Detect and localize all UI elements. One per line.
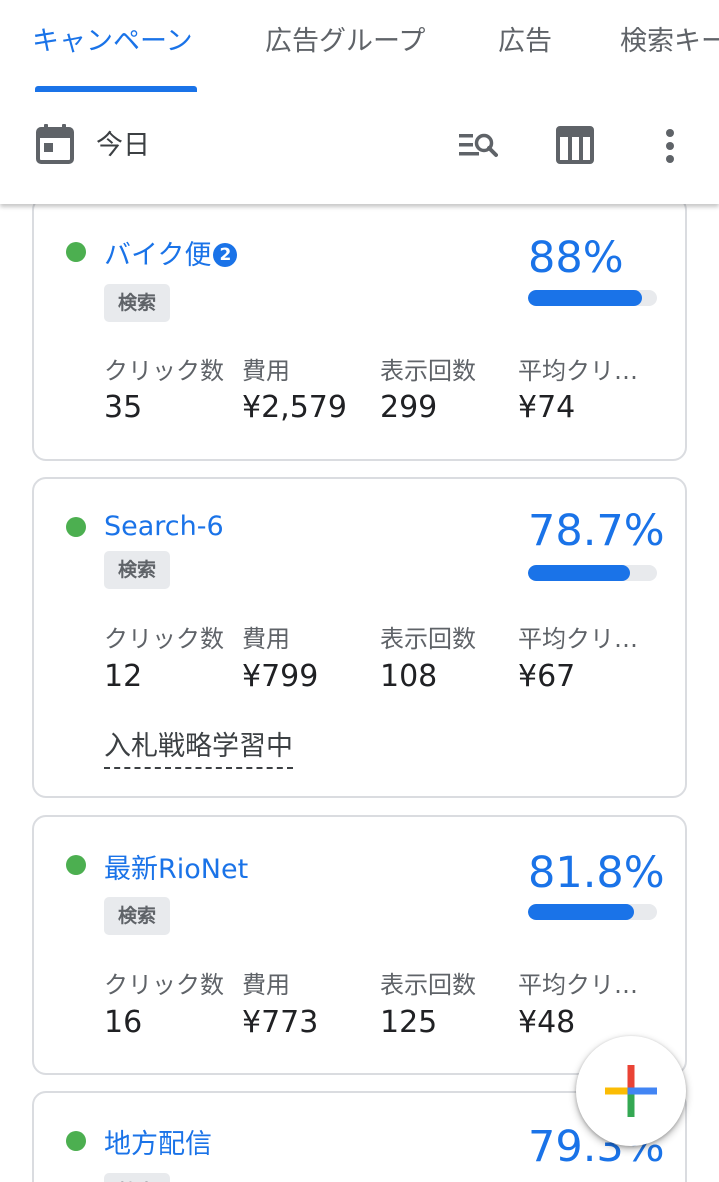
- impressions-label: 表示回数: [380, 625, 476, 653]
- clicks-value: 35: [104, 390, 143, 425]
- filter-search-icon[interactable]: [458, 126, 498, 166]
- impressions-value: 108: [380, 659, 438, 694]
- notification-count-badge: 2: [213, 243, 238, 267]
- campaign-type-chip: 検索: [104, 1173, 170, 1182]
- optimization-score[interactable]: 81.8%: [528, 849, 665, 897]
- toolbar: 今日: [0, 92, 719, 204]
- campaign-name[interactable]: 地方配信: [104, 1127, 212, 1163]
- cost-label: 費用: [242, 357, 290, 385]
- campaign-name[interactable]: Search-6: [104, 509, 224, 545]
- avg-cpc-value: ¥67: [518, 659, 576, 694]
- cost-value: ¥799: [242, 659, 319, 694]
- cost-label: 費用: [242, 971, 290, 999]
- calendar-icon[interactable]: [36, 124, 74, 164]
- campaign-type-chip: 検索: [104, 551, 170, 589]
- optimization-score-bar: [528, 565, 657, 581]
- top-header: キャンペーン 広告グループ 広告 検索キーワード 今日: [0, 0, 719, 204]
- tab-ad-groups[interactable]: 広告グループ: [265, 22, 425, 62]
- cost-value: ¥2,579: [242, 390, 347, 425]
- table-columns-icon[interactable]: [556, 126, 596, 166]
- avg-cpc-label: 平均クリ…: [518, 625, 638, 653]
- tab-ads[interactable]: 広告: [498, 22, 552, 62]
- app-root: キャンペーン 広告グループ 広告 検索キーワード 今日: [0, 0, 719, 1182]
- optimization-score[interactable]: 78.7%: [528, 507, 665, 555]
- cost-value: ¥773: [242, 1005, 319, 1040]
- campaign-name[interactable]: バイク便 2: [104, 238, 238, 274]
- clicks-value: 12: [104, 659, 143, 694]
- avg-cpc-value: ¥48: [518, 1005, 576, 1040]
- status-enabled-icon: [66, 855, 86, 875]
- status-enabled-icon: [66, 1131, 86, 1151]
- add-icon: [605, 1065, 657, 1117]
- impressions-label: 表示回数: [380, 357, 476, 385]
- cost-label: 費用: [242, 625, 290, 653]
- campaign-card[interactable]: バイク便 2 検索 88% クリック数 費用 表示回数 平均クリ… 35 ¥2,5…: [32, 196, 687, 461]
- optimization-score-bar-fill: [528, 290, 642, 306]
- campaign-type-chip: 検索: [104, 897, 170, 935]
- add-campaign-fab[interactable]: [576, 1036, 686, 1146]
- clicks-label: クリック数: [104, 971, 224, 999]
- avg-cpc-label: 平均クリ…: [518, 357, 638, 385]
- impressions-label: 表示回数: [380, 971, 476, 999]
- clicks-label: クリック数: [104, 625, 224, 653]
- status-enabled-icon: [66, 517, 86, 537]
- campaign-card[interactable]: Search-6 検索 78.7% クリック数 費用 表示回数 平均クリ… 12…: [32, 477, 687, 798]
- avg-cpc-label: 平均クリ…: [518, 971, 638, 999]
- clicks-value: 16: [104, 1005, 143, 1040]
- optimization-score-bar-fill: [528, 565, 630, 581]
- campaign-type-chip: 検索: [104, 284, 170, 322]
- optimization-score-bar: [528, 904, 657, 920]
- optimization-score[interactable]: 88%: [528, 234, 624, 282]
- more-vert-icon[interactable]: [650, 126, 690, 166]
- clicks-label: クリック数: [104, 357, 224, 385]
- impressions-value: 299: [380, 390, 438, 425]
- date-range-label[interactable]: 今日: [96, 128, 150, 164]
- impressions-value: 125: [380, 1005, 438, 1040]
- status-enabled-icon: [66, 242, 86, 262]
- campaign-card[interactable]: 最新RioNet 検索 81.8% クリック数 費用 表示回数 平均クリ… 16…: [32, 815, 687, 1075]
- optimization-score-bar: [528, 290, 657, 306]
- tab-campaigns[interactable]: キャンペーン: [32, 22, 193, 62]
- optimization-score-bar-fill: [528, 904, 634, 920]
- campaign-name[interactable]: 最新RioNet: [104, 852, 248, 888]
- tab-bar: キャンペーン 広告グループ 広告 検索キーワード: [0, 0, 719, 92]
- avg-cpc-value: ¥74: [518, 390, 576, 425]
- bid-strategy-learning-status[interactable]: 入札戦略学習中: [104, 729, 293, 769]
- tab-keywords[interactable]: 検索キーワード: [620, 22, 719, 62]
